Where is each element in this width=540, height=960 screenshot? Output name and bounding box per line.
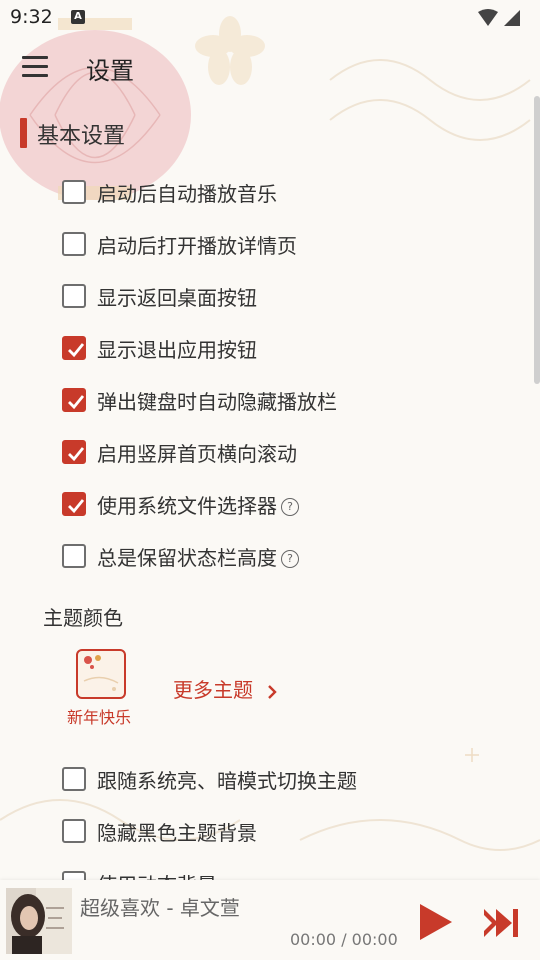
checkbox[interactable] <box>62 819 86 843</box>
setting-label: 总是保留状态栏高度 <box>97 546 277 570</box>
checkbox-checked[interactable] <box>62 492 86 516</box>
notification-icon: A <box>71 10 85 24</box>
setting-row[interactable]: 启动后打开播放详情页 <box>60 224 500 268</box>
scrollbar[interactable] <box>534 96 540 384</box>
track-title: 超级喜欢 - 卓文萱 <box>80 896 240 920</box>
checkbox[interactable] <box>62 544 86 568</box>
status-bar: 9:32 A <box>0 0 540 36</box>
setting-row[interactable]: 显示返回桌面按钮 <box>60 276 500 320</box>
play-icon[interactable] <box>416 902 456 942</box>
setting-row[interactable]: 使用系统文件选择器? <box>60 484 500 528</box>
setting-label: 弹出键盘时自动隐藏播放栏 <box>97 390 337 414</box>
setting-label: 隐藏黑色主题背景 <box>97 821 257 845</box>
setting-label: 启动后打开播放详情页 <box>97 234 297 258</box>
help-icon[interactable]: ? <box>281 498 299 516</box>
status-time: 9:32 <box>10 6 53 28</box>
theme-name: 新年快乐 <box>67 708 132 727</box>
setting-row[interactable]: 启用竖屏首页横向滚动 <box>60 432 500 476</box>
setting-row[interactable]: 显示退出应用按钮 <box>60 328 500 372</box>
setting-row[interactable]: 跟随系统亮、暗模式切换主题 <box>60 759 500 803</box>
check-icon <box>68 499 85 514</box>
checkbox[interactable] <box>62 767 86 791</box>
chevron-right-icon <box>268 684 278 699</box>
app-bar: 设置 <box>0 42 540 94</box>
section-title: 基本设置 <box>37 124 126 149</box>
theme-swatch[interactable] <box>76 649 126 699</box>
playback-time: 00:00 / 00:00 <box>290 930 398 949</box>
help-icon[interactable]: ? <box>281 550 299 568</box>
checkbox-checked[interactable] <box>62 336 86 360</box>
setting-label: 跟随系统亮、暗模式切换主题 <box>97 769 357 793</box>
setting-label: 显示退出应用按钮 <box>97 338 257 362</box>
check-icon <box>68 343 85 358</box>
setting-row[interactable]: 总是保留状态栏高度? <box>60 536 500 580</box>
setting-row[interactable]: 弹出键盘时自动隐藏播放栏 <box>60 380 500 424</box>
check-icon <box>68 447 85 462</box>
setting-label: 启动后自动播放音乐 <box>97 182 277 206</box>
section-accent-bar <box>20 118 27 148</box>
setting-label: 使用系统文件选择器 <box>97 494 277 518</box>
setting-label: 启用竖屏首页横向滚动 <box>97 442 297 466</box>
setting-row[interactable]: 启动后自动播放音乐 <box>60 172 500 216</box>
settings-content: 基本设置 启动后自动播放音乐 启动后打开播放详情页 显示返回桌面按钮 显示退出应用按钮… <box>0 0 540 897</box>
signal-wifi-icons <box>478 9 520 26</box>
player-bar: 超级喜欢 - 卓文萱 00:00 / 00:00 <box>0 880 540 960</box>
next-track-icon[interactable] <box>482 906 522 940</box>
hamburger-menu-icon[interactable] <box>18 52 54 84</box>
checkbox[interactable] <box>62 232 86 256</box>
new-year-theme-icon <box>83 655 119 691</box>
more-themes-label: 更多主题 <box>173 678 253 702</box>
setting-row[interactable]: 隐藏黑色主题背景 <box>60 811 500 855</box>
page-title: 设置 <box>86 57 134 85</box>
checkbox[interactable] <box>62 180 86 204</box>
check-icon <box>68 395 85 410</box>
theme-color-label: 主题颜色 <box>43 606 123 630</box>
checkbox-checked[interactable] <box>62 388 86 412</box>
checkbox[interactable] <box>62 284 86 308</box>
album-cover[interactable] <box>6 888 72 954</box>
setting-label: 显示返回桌面按钮 <box>97 286 257 310</box>
more-themes-link[interactable]: 更多主题 <box>173 674 279 703</box>
checkbox-checked[interactable] <box>62 440 86 464</box>
